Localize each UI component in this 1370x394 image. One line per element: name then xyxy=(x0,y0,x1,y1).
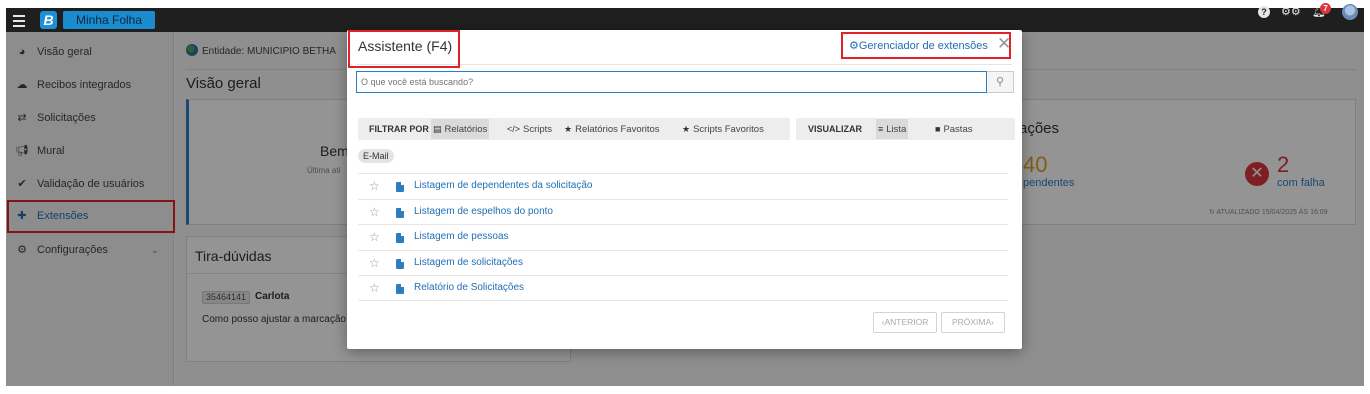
star-outline-icon[interactable]: ☆ xyxy=(369,179,380,193)
code-icon: </> xyxy=(507,124,521,134)
close-icon[interactable]: ✕ xyxy=(997,34,1011,54)
view-lista[interactable]: ≡ Lista xyxy=(876,119,909,139)
star-outline-icon[interactable]: ☆ xyxy=(369,256,380,270)
list-item[interactable]: ☆ Relatório de Solicitações xyxy=(358,275,1008,301)
hamburger-menu-icon[interactable] xyxy=(13,12,25,28)
star-icon: ★ xyxy=(682,124,691,134)
document-icon xyxy=(396,258,404,269)
document-icon: ▤ xyxy=(433,124,442,134)
filter-scripts-favoritos[interactable]: ★ Scripts Favoritos xyxy=(680,119,766,139)
report-link[interactable]: Listagem de dependentes da solicitação xyxy=(414,180,592,191)
document-icon xyxy=(396,207,404,218)
top-navbar: B Minha Folha xyxy=(6,8,1364,32)
view-bar: VISUALIZAR ≡ Lista ■ Pastas xyxy=(796,118,1015,140)
view-label: VISUALIZAR xyxy=(808,124,862,134)
search-icon: ⚲ xyxy=(995,76,1005,88)
document-icon xyxy=(396,284,404,294)
report-link[interactable]: Listagem de pessoas xyxy=(414,231,509,242)
report-link[interactable]: Listagem de espelhos do ponto xyxy=(414,206,553,217)
search-button[interactable]: ⚲ xyxy=(987,71,1014,93)
view-pastas[interactable]: ■ Pastas xyxy=(933,119,974,139)
document-icon xyxy=(396,182,404,192)
report-list: ☆ Listagem de dependentes da solicitação… xyxy=(358,173,1008,301)
document-icon xyxy=(396,233,404,243)
modal-title: Assistente (F4) xyxy=(358,38,453,54)
next-page-button[interactable]: PRÓXIMA› xyxy=(941,312,1005,333)
brand-name[interactable]: Minha Folha xyxy=(63,11,155,29)
notification-badge: 7 xyxy=(1320,3,1331,14)
report-link[interactable]: Relatório de Solicitações xyxy=(414,282,524,293)
filter-label: FILTRAR POR xyxy=(369,124,429,134)
gears-icon[interactable]: ⚙⚙ xyxy=(1281,5,1301,19)
list-item[interactable]: ☆ Listagem de solicitações xyxy=(358,249,1008,276)
filter-scripts[interactable]: </> Scripts xyxy=(505,119,554,139)
folder-icon: ■ xyxy=(935,124,941,134)
extensions-manager-link[interactable]: ⚙Gerenciador de extensões xyxy=(849,39,988,52)
assistant-modal: Assistente (F4) ⚙Gerenciador de extensõe… xyxy=(347,30,1022,349)
previous-page-button[interactable]: ‹ANTERIOR xyxy=(873,312,937,333)
tag-email[interactable]: E-Mail xyxy=(358,149,394,163)
star-outline-icon[interactable]: ☆ xyxy=(369,230,380,244)
avatar[interactable] xyxy=(1342,4,1358,20)
help-icon[interactable]: ? xyxy=(1258,6,1270,18)
list-item[interactable]: ☆ Listagem de espelhos do ponto xyxy=(358,198,1008,225)
filter-relatorios[interactable]: ▤ Relatórios xyxy=(431,119,490,139)
divider xyxy=(357,64,1012,65)
list-item[interactable]: ☆ Listagem de dependentes da solicitação xyxy=(358,173,1008,199)
star-outline-icon[interactable]: ☆ xyxy=(369,281,380,295)
filter-relatorios-favoritos[interactable]: ★ Relatórios Favoritos xyxy=(562,119,662,139)
star-icon: ★ xyxy=(564,124,573,134)
list-item[interactable]: ☆ Listagem de pessoas xyxy=(358,224,1008,250)
report-link[interactable]: Listagem de solicitações xyxy=(414,257,523,268)
brand-logo[interactable]: B xyxy=(40,11,57,29)
star-outline-icon[interactable]: ☆ xyxy=(369,205,380,219)
filter-bar: FILTRAR POR ▤ Relatórios </> Scripts ★ Rela… xyxy=(358,118,790,140)
gear-icon: ⚙ xyxy=(849,40,859,52)
search-input[interactable] xyxy=(356,71,987,93)
list-icon: ≡ xyxy=(878,124,884,134)
